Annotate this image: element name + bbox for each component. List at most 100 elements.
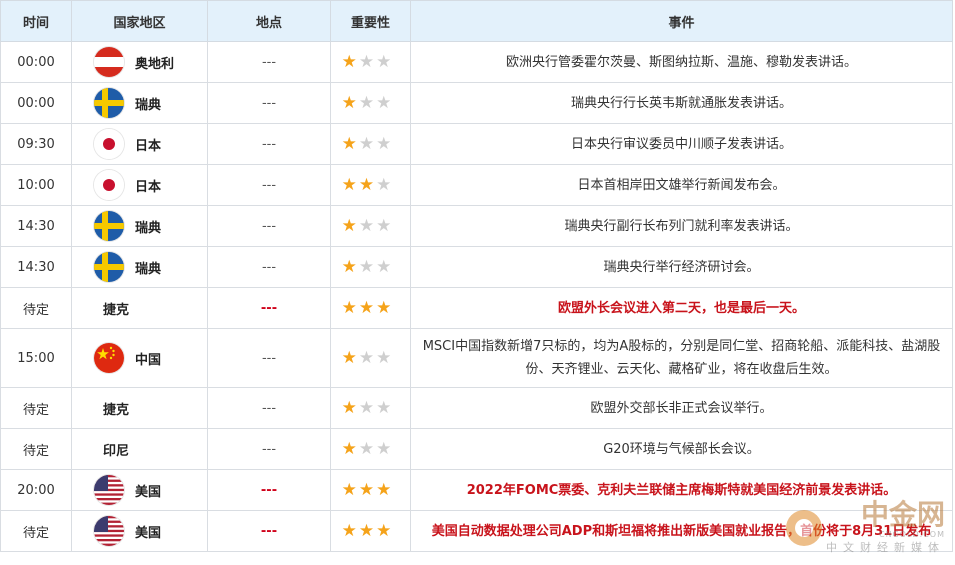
star-filled-icon: ★ [341,92,357,113]
star-filled-icon: ★ [341,256,357,277]
watermark-url: CNGOLD.COM [878,530,945,539]
star-empty-icon: ★ [358,133,375,154]
row-time: 待定 [0,428,72,470]
table-row: 00:00 瑞典 --- ★ ★ ★ 瑞典央行行长英韦斯就通胀发表讲话。 [0,82,953,124]
country-name: 瑞典 [135,220,162,236]
star-empty-icon: ★ [376,51,392,72]
row-location: --- [207,41,331,83]
row-location: --- [207,246,331,288]
country-name: 捷克 [103,402,130,418]
row-event: G20环境与气候部长会议。 [410,428,953,470]
table-header-row: 时间 国家地区 地点 重要性 事件 [0,0,953,42]
star-empty-icon: ★ [376,133,392,154]
row-location: --- [207,287,331,329]
row-location: --- [207,469,331,511]
table-row: 待定 捷克 --- ★ ★ ★ 欧盟外交部长非正式会议举行。 [0,387,953,429]
row-importance: ★ ★ ★ [330,82,411,124]
star-filled-icon: ★ [341,297,357,318]
star-empty-icon: ★ [358,256,375,277]
row-event: 瑞典央行举行经济研讨会。 [410,246,953,288]
watermark-tagline: 中文财经新媒体 [826,541,945,554]
country-name: 日本 [135,179,162,195]
row-time: 20:00 [0,469,72,511]
star-empty-icon: ★ [358,215,375,236]
austria-flag-icon [94,47,124,77]
star-filled-icon: ★ [341,479,357,500]
row-country: 瑞典 [71,82,208,124]
header-country: 国家地区 [71,0,208,42]
star-filled-icon: ★ [376,297,392,318]
country-name: 瑞典 [135,261,162,277]
economic-calendar-table: 时间 国家地区 地点 重要性 事件 00:00 奥地利 --- ★ ★ ★ 欧洲央行管委霍尔… [0,0,953,552]
star-filled-icon: ★ [341,438,357,459]
row-event: MSCI中国指数新增7只标的，均为A股标的，分别是同仁堂、招商轮船、派能科技、盐… [410,328,953,388]
row-location: --- [207,123,331,165]
country-name: 美国 [135,525,162,541]
star-empty-icon: ★ [358,397,375,418]
row-country: 瑞典 [71,205,208,247]
star-filled-icon: ★ [358,520,375,541]
row-country: 中国 [71,328,208,388]
row-location: --- [207,164,331,206]
star-filled-icon: ★ [341,51,357,72]
row-importance: ★ ★ ★ [330,41,411,83]
row-importance: ★ ★ ★ [330,287,411,329]
row-event: 欧洲央行管委霍尔茨曼、斯图纳拉斯、温施、穆勒发表讲话。 [410,41,953,83]
row-country: 日本 [71,164,208,206]
watermark-name: 中金网 [860,498,945,531]
sweden-flag-icon [94,88,124,118]
star-empty-icon: ★ [358,92,375,113]
table-row: 09:30 日本 --- ★ ★ ★ 日本央行审议委员中川顺子发表讲话。 [0,123,953,165]
row-importance: ★ ★ ★ [330,205,411,247]
row-importance: ★ ★ ★ [330,123,411,165]
star-filled-icon: ★ [341,133,357,154]
japan-flag-icon [94,129,124,159]
row-importance: ★ ★ ★ [330,428,411,470]
row-importance: ★ ★ ★ [330,164,411,206]
row-time: 00:00 [0,41,72,83]
row-event: 瑞典央行副行长布列门就利率发表讲话。 [410,205,953,247]
star-empty-icon: ★ [376,347,392,368]
row-country: 美国 [71,469,208,511]
star-filled-icon: ★ [341,347,357,368]
star-empty-icon: ★ [376,92,392,113]
star-filled-icon: ★ [358,297,375,318]
table-row: 14:30 瑞典 --- ★ ★ ★ 瑞典央行举行经济研讨会。 [0,246,953,288]
row-country: 印尼 [71,428,208,470]
country-name: 美国 [135,484,162,500]
row-event: 日本央行审议委员中川顺子发表讲话。 [410,123,953,165]
header-importance: 重要性 [330,0,411,42]
usa-flag-icon [94,516,124,546]
star-empty-icon: ★ [358,51,375,72]
country-name: 瑞典 [135,97,162,113]
row-location: --- [207,428,331,470]
star-filled-icon: ★ [341,174,357,195]
row-importance: ★ ★ ★ [330,328,411,388]
country-name: 印尼 [103,443,130,459]
row-event: 瑞典央行行长英韦斯就通胀发表讲话。 [410,82,953,124]
row-country: 日本 [71,123,208,165]
row-importance: ★ ★ ★ [330,246,411,288]
row-country: 美国 [71,510,208,552]
star-empty-icon: ★ [376,256,392,277]
star-filled-icon: ★ [376,479,392,500]
header-event: 事件 [410,0,953,42]
row-importance: ★ ★ ★ [330,469,411,511]
table-row: 00:00 奥地利 --- ★ ★ ★ 欧洲央行管委霍尔茨曼、斯图纳拉斯、温施、穆勒发表讲话… [0,41,953,83]
row-time: 09:30 [0,123,72,165]
row-time: 14:30 [0,246,72,288]
cngold-watermark: 中金网 CNGOLD.COM 中文财经新媒体 [786,500,945,555]
header-time: 时间 [0,0,72,42]
row-location: --- [207,82,331,124]
star-filled-icon: ★ [341,520,357,541]
row-location: --- [207,328,331,388]
star-empty-icon: ★ [376,215,392,236]
row-time: 待定 [0,510,72,552]
row-location: --- [207,205,331,247]
row-event: 欧盟外交部长非正式会议举行。 [410,387,953,429]
row-country: 奥地利 [71,41,208,83]
star-empty-icon: ★ [376,174,392,195]
row-country: 捷克 [71,387,208,429]
star-empty-icon: ★ [358,438,375,459]
row-time: 10:00 [0,164,72,206]
